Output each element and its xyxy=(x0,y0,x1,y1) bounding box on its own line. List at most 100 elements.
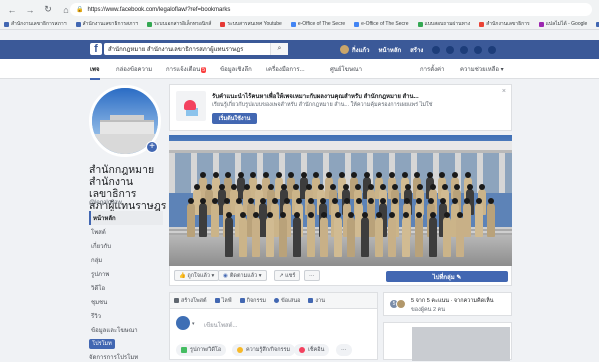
liked-button[interactable]: 👍 ถูกใจแล้ว ▾ xyxy=(174,270,220,281)
tab-settings[interactable]: การตั้งค่า xyxy=(420,64,444,74)
following-label: ติดตามแล้ว ▾ xyxy=(229,272,262,279)
bookmark-item[interactable]: สำนักงานเลขาธิการสภาฯ xyxy=(4,20,67,28)
suggestion-illustration xyxy=(176,91,206,121)
browser-toolbar: ← → ↻ ⌂ 🔒 https://www.facebook.com/legal… xyxy=(0,0,599,30)
page-title-line: สำนักกฎหมาย xyxy=(89,164,155,176)
update-photo-icon[interactable]: + xyxy=(146,141,158,153)
cover-photo[interactable] xyxy=(169,135,512,266)
event-tab[interactable]: กิจกรรม xyxy=(239,297,266,305)
left-nav-item[interactable]: รีวิว xyxy=(89,309,163,323)
bookmark-label: ระบบสารสนเทศ Youtube xyxy=(227,21,282,27)
facebook-logo-icon[interactable]: f xyxy=(90,43,102,55)
bookmark-label: สำนักงานเลขาธิการ xyxy=(486,21,530,27)
live-tab[interactable]: ไลฟ์ xyxy=(214,297,232,305)
create-post-tab[interactable]: สร้างโพสต์ xyxy=(174,297,207,305)
avatar[interactable] xyxy=(176,316,190,330)
check-in-chip[interactable]: เช็คอิน xyxy=(294,344,330,356)
tab-inbox[interactable]: กล่องข้อความ xyxy=(116,64,152,74)
suggestion-body: เรียนรู้เกี่ยวกับรูปแบบของเพจสำหรับ สำนั… xyxy=(212,102,433,108)
bookmark-item[interactable]: สำนักงานเลขาธิการ xyxy=(479,20,530,28)
bookmark-favicon-icon xyxy=(479,21,485,27)
more-options-chip[interactable]: ··· xyxy=(336,344,352,356)
reload-icon[interactable]: ↻ xyxy=(42,4,54,16)
bookmark-favicon-icon xyxy=(354,21,360,27)
following-button[interactable]: ◉ ติดตามแล้ว ▾ xyxy=(218,270,267,281)
left-nav-item[interactable]: รูปภาพ xyxy=(89,267,163,281)
smiley-icon xyxy=(237,347,243,353)
people-icon[interactable] xyxy=(432,45,441,54)
group-photo-people xyxy=(185,171,495,257)
bookmark-favicon-icon xyxy=(4,21,9,27)
tab-publishing-tools[interactable]: เครื่องมือการ... xyxy=(266,64,305,74)
rating-subtext: ของผู้คน 2 คน xyxy=(411,307,445,313)
photo-video-chip[interactable]: รูปภาพ/วิดีโอ xyxy=(176,344,227,356)
post-input[interactable]: เขียนโพสต์... xyxy=(204,320,238,330)
bookmark-item[interactable]: สำนักงานเลขาธิการสภาฯ xyxy=(75,20,139,28)
manage-promotions-link[interactable]: จัดการการโปรโมท xyxy=(89,352,138,362)
bookmark-item[interactable]: ระบบสารสนเทศ Youtube xyxy=(220,20,282,28)
media-card xyxy=(383,322,512,361)
header-right-nav: กิ่งแก้ว หน้าหลัก สร้าง xyxy=(340,40,502,59)
dropdown-icon[interactable] xyxy=(488,45,497,54)
tag-icon xyxy=(274,298,280,303)
heart-icon xyxy=(184,100,196,110)
offer-tab-label: ข้อเสนอ xyxy=(281,297,301,304)
tab-page[interactable]: เพจ xyxy=(90,64,100,80)
bookmark-item[interactable]: e-Office of The Secre xyxy=(354,21,409,27)
create-link[interactable]: สร้าง xyxy=(410,45,423,55)
help-icon[interactable] xyxy=(474,45,483,54)
close-icon[interactable]: × xyxy=(502,88,506,95)
reviewer-avatars: 5 xyxy=(389,299,407,311)
left-nav-item[interactable]: ข้อมูลและโฆษณา xyxy=(89,323,163,337)
bookmark-label: ระบบเอกสารอิเล็กทรอนิกส์ xyxy=(154,21,212,27)
get-started-button[interactable]: เริ่มต้นใช้งาน xyxy=(212,113,257,124)
photo-icon xyxy=(181,347,187,353)
bookmark-favicon-icon xyxy=(75,21,81,27)
page-handle[interactable]: @legaloflaw xyxy=(89,200,122,206)
bookmark-item[interactable]: ระบบเอกสารอิเล็กทรอนิกส์ xyxy=(147,20,211,28)
bookmark-label: แปลไม่ได้ - Google xyxy=(545,21,588,27)
bell-icon[interactable] xyxy=(460,45,469,54)
promote-button[interactable]: โปรโมท xyxy=(89,339,115,349)
feeling-chip[interactable]: ความรู้สึก/กิจกรรม xyxy=(232,344,296,356)
bookmark-label: สำนักงานเลขาธิการสภาฯ xyxy=(82,21,139,27)
more-button[interactable]: ··· xyxy=(304,270,320,281)
bookmark-favicon-icon xyxy=(538,21,544,27)
back-icon[interactable]: ← xyxy=(6,4,18,16)
tab-help[interactable]: ความช่วยเหลือ ▾ xyxy=(460,64,504,74)
job-tab-label: งาน xyxy=(315,297,325,304)
forward-icon[interactable]: → xyxy=(24,4,36,16)
messenger-icon[interactable] xyxy=(446,45,455,54)
bookmark-item[interactable]: e-Office of The Secre xyxy=(290,21,345,27)
bookmark-item[interactable]: แบบสอบถามผ่านทาง xyxy=(417,20,470,28)
post-composer: สร้างโพสต์ ไลฟ์ กิจกรรม ข้อเสนอ งาน ▾ เข… xyxy=(169,292,378,360)
left-nav-item[interactable]: โพสต์ xyxy=(89,225,163,239)
search-icon[interactable]: ⌕ xyxy=(270,43,288,55)
left-nav-item[interactable]: ชุมชน xyxy=(89,295,163,309)
home-link[interactable]: หน้าหลัก xyxy=(378,45,401,55)
rating-card: 5 5 จาก 5 คะแนน · จากความคิดเห็น ของผู้ค… xyxy=(383,292,512,316)
media-thumbnail[interactable] xyxy=(412,327,510,361)
left-nav-item[interactable]: หน้าหลัก xyxy=(89,211,163,225)
calendar-icon xyxy=(239,298,245,303)
chevron-down-icon[interactable]: ▾ xyxy=(192,321,195,327)
profile-link[interactable]: กิ่งแก้ว xyxy=(340,45,369,55)
page-left-nav: หน้าหลัก โพสต์ เกี่ยวกับ กลุ่ม รูปภาพ วิดีโอช… xyxy=(89,211,163,337)
go-to-group-button[interactable]: ไปที่กลุ่ม ✎ xyxy=(386,271,508,282)
suggestion-title: รับคำแนะนำไร้คนหาเพื่อให้เพจเหมาะกับผลงา… xyxy=(212,94,419,100)
rss-icon: ◉ xyxy=(223,272,228,279)
tab-ad-center[interactable]: ศูนย์โฆษณา xyxy=(330,64,362,74)
bookmark-item[interactable]: แปลไม่ได้ - Google xyxy=(538,20,588,28)
search-input[interactable]: สำนักกฎหมาย สำนักงานเลขาธิการสภาผู้แทนรา… xyxy=(104,43,288,55)
briefcase-icon xyxy=(308,298,314,303)
left-nav-item[interactable]: วิดีโอ xyxy=(89,281,163,295)
offer-tab[interactable]: ข้อเสนอ xyxy=(274,297,300,305)
tab-notifications[interactable]: การแจ้งเตือน 5 xyxy=(166,64,206,74)
left-nav-item[interactable]: กลุ่ม xyxy=(89,253,163,267)
tab-insights[interactable]: ข้อมูลเชิงลึก xyxy=(220,64,252,74)
share-button[interactable]: ↗ แชร์ xyxy=(274,270,301,281)
left-nav-item[interactable]: เกี่ยวกับ xyxy=(89,239,163,253)
user-name: กิ่งแก้ว xyxy=(352,47,370,54)
job-tab[interactable]: งาน xyxy=(308,297,325,305)
address-bar[interactable]: 🔒 https://www.facebook.com/legaloflaw/?r… xyxy=(70,3,592,16)
